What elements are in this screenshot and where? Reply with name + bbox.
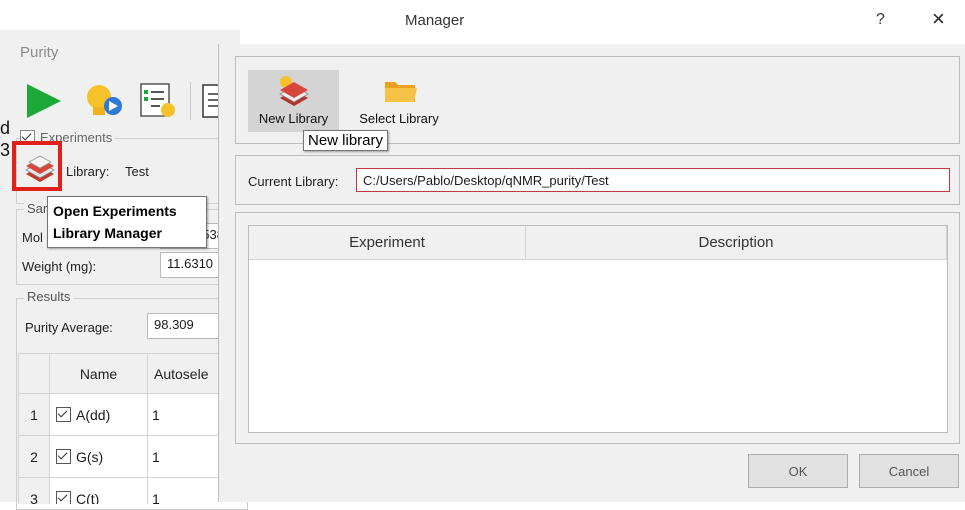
current-library-field[interactable]: C:/Users/Pablo/Desktop/qNMR_purity/Test (356, 168, 950, 192)
row-number: 2 (19, 436, 50, 478)
new-library-label: New Library (258, 111, 329, 126)
ok-button[interactable]: OK (748, 454, 848, 488)
table-row[interactable]: G(s) (50, 436, 148, 478)
checklist-button[interactable] (138, 82, 178, 120)
checkbox-icon[interactable] (56, 449, 71, 464)
row-name: G(s) (76, 448, 104, 465)
checklist-icon (140, 83, 175, 117)
report-button[interactable] (200, 82, 226, 120)
help-button[interactable]: ? (876, 11, 885, 29)
mol-label: Mol (22, 230, 43, 245)
experiments-table: Experiment Description (248, 225, 948, 433)
results-table: Name Autosele 1 A(dd) 1 2 G(s) 1 3 C(t) … (18, 353, 224, 504)
table-corner (19, 354, 50, 394)
select-library-label: Select Library (359, 111, 439, 126)
dialog-title: Manager (405, 12, 465, 29)
current-library-panel: Current Library: C:/Users/Pablo/Desktop/… (235, 155, 960, 205)
select-library-button[interactable]: Select Library (353, 70, 445, 132)
library-value: Test (125, 164, 149, 179)
cancel-button[interactable]: Cancel (859, 454, 959, 488)
lightbulb-icon (87, 85, 122, 115)
checkbox-icon[interactable] (56, 407, 71, 422)
new-library-tooltip: New library (303, 130, 389, 151)
edge-char-1: d (0, 118, 11, 138)
checkbox-icon[interactable] (56, 491, 71, 504)
play-icon (27, 84, 61, 118)
row-number: 1 (19, 394, 50, 436)
purity-average-label: Purity Average: (25, 320, 113, 335)
new-library-button[interactable]: New Library (248, 70, 339, 132)
experiments-panel: Experiment Description (235, 212, 960, 444)
run-button[interactable] (24, 82, 64, 120)
document-icon (202, 84, 226, 118)
column-header-autoselect[interactable]: Autosele (148, 354, 224, 394)
current-library-label: Current Library: (248, 174, 339, 189)
library-label: Library: (66, 164, 110, 179)
table-row[interactable]: C(t) (50, 478, 148, 504)
purity-title: Purity (20, 44, 59, 61)
manager-dialog: New Library Select Library New library C… (218, 44, 965, 502)
row-name: A(dd) (76, 406, 111, 423)
library-manager-tooltip: Open Experiments Library Manager (47, 196, 207, 248)
column-header-experiment[interactable]: Experiment (249, 226, 526, 260)
edge-char-2: 3 (0, 140, 11, 160)
purity-window: Purity d 3 Experiments Library: Test Sar… (0, 30, 248, 510)
row-value: 1 (148, 478, 224, 505)
purity-average-field[interactable]: 98.309 (147, 313, 227, 339)
close-button[interactable]: × (932, 6, 945, 32)
row-value: 1 (148, 394, 224, 436)
table-row[interactable]: A(dd) (50, 394, 148, 436)
highlight-box (12, 141, 62, 191)
weight-label: Weight (mg): (22, 259, 97, 274)
row-value: 1 (148, 436, 224, 478)
hint-button[interactable] (84, 82, 124, 120)
toolbar-separator (190, 82, 191, 120)
folder-icon (385, 82, 417, 102)
books-icon (279, 76, 309, 106)
row-number: 3 (19, 478, 50, 504)
results-group-label: Results (24, 289, 74, 304)
column-header-description[interactable]: Description (526, 226, 947, 260)
column-header-name[interactable]: Name (50, 354, 148, 394)
